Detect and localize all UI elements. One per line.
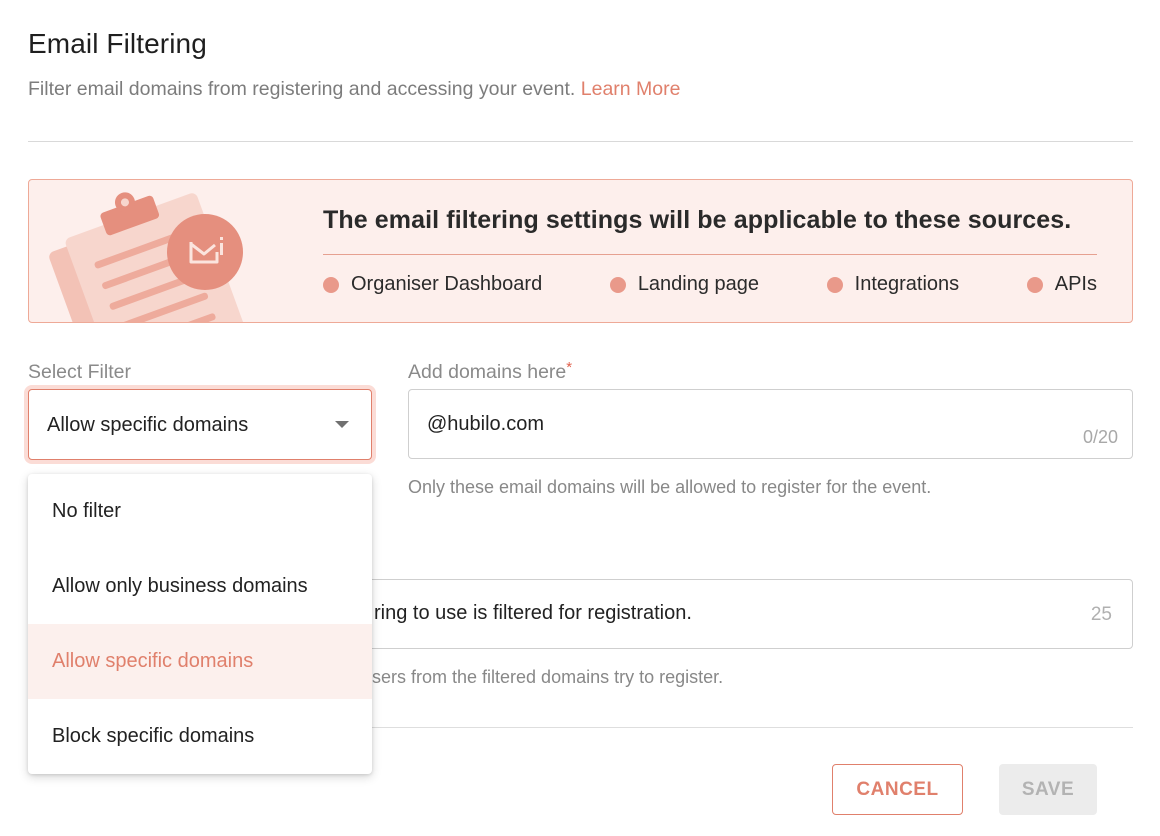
header-divider — [28, 141, 1133, 142]
email-filtering-page: Email Filtering Filter email domains fro… — [0, 0, 1160, 836]
sources-list: Organiser Dashboard Landing page Integra… — [323, 273, 1097, 296]
source-landing-page: Landing page — [609, 273, 760, 296]
source-label: Integrations — [854, 273, 960, 295]
banner-heading: The email filtering settings will be app… — [323, 206, 1072, 234]
error-message-value: ring to use is filtered for registration… — [374, 602, 692, 624]
page-subtitle: Filter email domains from registering an… — [28, 78, 680, 101]
filter-option-allow-specific[interactable]: Allow specific domains — [28, 624, 372, 699]
chevron-down-icon — [335, 421, 349, 428]
error-message-counter: 25 — [1090, 604, 1112, 625]
source-label: APIs — [1054, 273, 1097, 295]
learn-more-link[interactable]: Learn More — [581, 78, 681, 100]
filter-dropdown-menu: No filter Allow only business domains Al… — [28, 474, 372, 774]
cancel-button[interactable]: CANCEL — [832, 764, 963, 815]
sources-banner: The email filtering settings will be app… — [28, 179, 1133, 323]
domains-counter: 0/20 — [1082, 427, 1118, 447]
source-organiser-dashboard: Organiser Dashboard — [323, 273, 542, 296]
error-message-helper-text: sers from the filtered domains try to re… — [372, 667, 724, 687]
filter-option-business-domains[interactable]: Allow only business domains — [28, 549, 372, 624]
bullet-dot-icon — [323, 276, 339, 293]
domains-label-text: Add domains here — [408, 361, 567, 383]
required-asterisk: * — [566, 359, 573, 376]
domains-label: Add domains here* — [408, 359, 573, 384]
source-apis: APIs — [1026, 273, 1097, 296]
save-button[interactable]: SAVE — [999, 764, 1097, 815]
bullet-dot-icon — [609, 276, 626, 293]
mail-icon — [167, 214, 243, 290]
bullet-dot-icon — [1026, 276, 1043, 293]
filter-option-no-filter[interactable]: No filter — [28, 474, 372, 549]
filter-select[interactable]: Allow specific domains — [28, 389, 372, 460]
domains-helper-text: Only these email domains will be allowed… — [408, 477, 932, 497]
source-label: Landing page — [637, 273, 760, 295]
domain-entry: @hubilo.com — [427, 413, 545, 435]
filter-option-block-specific[interactable]: Block specific domains — [28, 699, 372, 774]
page-title: Email Filtering — [28, 28, 207, 59]
source-label: Organiser Dashboard — [351, 273, 543, 295]
subtitle-text: Filter email domains from registering an… — [28, 78, 576, 100]
filter-select-value: Allow specific domains — [47, 414, 249, 436]
clipboard-illustration — [49, 192, 259, 322]
source-integrations: Integrations — [826, 273, 960, 296]
bullet-dot-icon — [826, 276, 843, 293]
banner-divider — [323, 254, 1097, 255]
domains-input[interactable]: @hubilo.com 0/20 — [408, 389, 1133, 459]
select-filter-label: Select Filter — [28, 361, 131, 383]
